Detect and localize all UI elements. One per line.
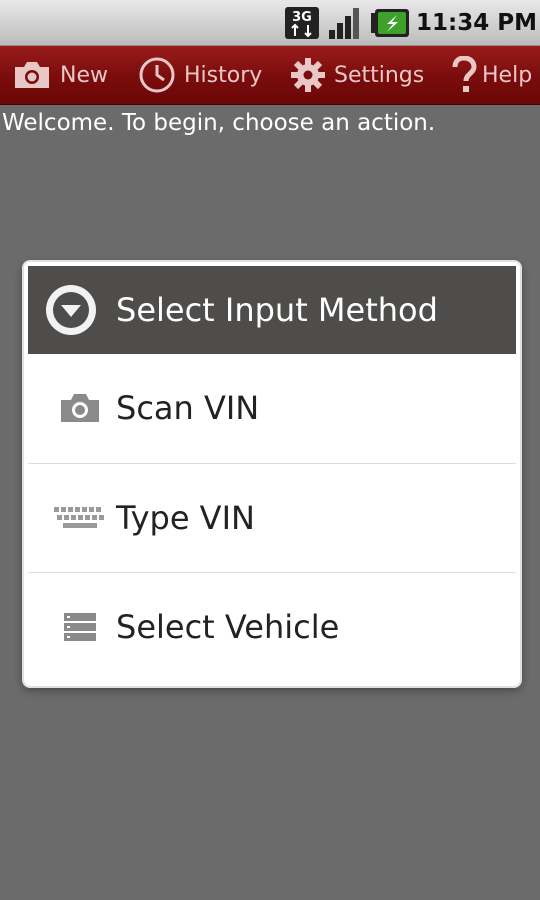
settings-label: Settings	[334, 62, 425, 88]
scan-vin-option[interactable]: Scan VIN	[28, 354, 516, 462]
signal-strength-icon	[329, 8, 359, 39]
action-bar: New History Settings Help	[0, 46, 540, 105]
clock-time: 11:34 PM	[416, 10, 537, 36]
help-button[interactable]: Help	[450, 46, 532, 104]
help-label: Help	[482, 62, 533, 88]
list-icon	[50, 607, 110, 647]
input-method-dialog: Select Input Method Scan VIN Type VIN Se…	[24, 262, 520, 686]
battery-charging-icon	[371, 9, 409, 37]
svg-text:3G: 3G	[292, 10, 312, 25]
select-vehicle-option[interactable]: Select Vehicle	[28, 573, 516, 681]
history-button[interactable]: History	[138, 46, 262, 104]
settings-button[interactable]: Settings	[290, 46, 424, 104]
gear-icon	[291, 58, 325, 92]
camera-icon	[50, 388, 110, 428]
history-label: History	[184, 62, 263, 88]
dropdown-circle-icon	[46, 285, 96, 335]
keyboard-icon	[50, 498, 110, 538]
scan-vin-label: Scan VIN	[116, 389, 260, 427]
welcome-text: Welcome. To begin, choose an action.	[2, 110, 436, 136]
question-icon	[452, 56, 477, 92]
camera-icon	[15, 62, 49, 88]
network-3g-icon: 3G	[285, 7, 319, 39]
dialog-header: Select Input Method	[28, 266, 516, 354]
status-bar: 3G 11:34 PM	[0, 0, 540, 46]
new-button[interactable]: New	[12, 46, 108, 104]
select-vehicle-label: Select Vehicle	[116, 608, 340, 646]
new-label: New	[60, 62, 108, 88]
clock-icon	[139, 57, 175, 93]
type-vin-option[interactable]: Type VIN	[28, 464, 516, 572]
type-vin-label: Type VIN	[116, 499, 255, 537]
dialog-title: Select Input Method	[116, 291, 438, 329]
